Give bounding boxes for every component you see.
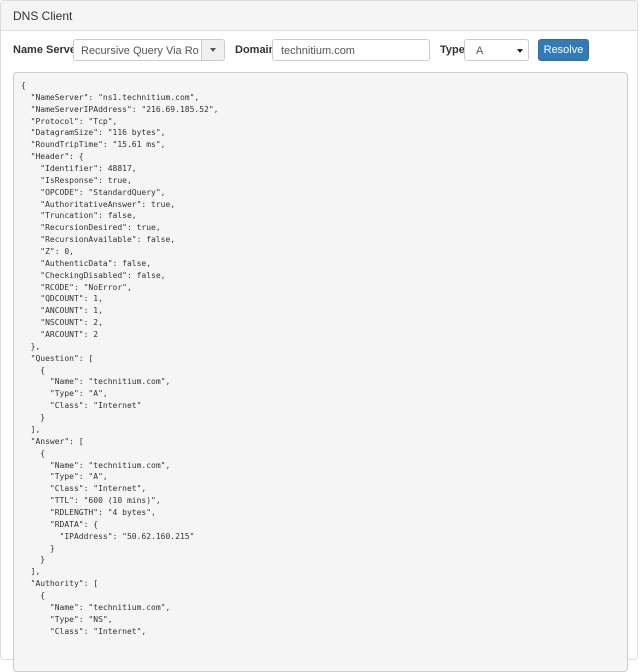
output-line: { [21, 365, 46, 375]
output-line: "CheckingDisabled": false, [21, 270, 166, 280]
query-toolbar: Name Server Recursive Query Via Root Ser… [1, 31, 639, 71]
output-line: "IPAddress": "50.62.160.215" [21, 531, 195, 541]
output-line: "Type": "NS", [21, 614, 113, 624]
name-server-select[interactable]: Recursive Query Via Root Servers [73, 39, 225, 61]
output-line: "QDCOUNT": 1, [21, 294, 103, 304]
output-line: "IsResponse": true, [21, 175, 132, 185]
type-select[interactable]: A [464, 39, 529, 61]
name-server-dropdown-button[interactable] [201, 40, 224, 60]
response-output[interactable]: { "NameServer": "ns1.technitium.com", "N… [13, 72, 628, 672]
output-line: { [21, 81, 26, 90]
type-select-value: A [476, 45, 484, 57]
output-line: "ANCOUNT": 1, [21, 306, 103, 316]
output-line: "TTL": "600 (10 mins)", [21, 496, 161, 506]
panel-title: DNS Client [1, 1, 637, 31]
domain-label: Domain [235, 44, 276, 56]
output-line: "Identifier": 48817, [21, 164, 137, 174]
output-line: "Type": "A", [21, 472, 108, 482]
response-json: { "NameServer": "ns1.technitium.com", "N… [14, 73, 627, 637]
output-line: "RDLENGTH": "4 bytes", [21, 507, 156, 517]
output-line: "RDATA": { [21, 519, 99, 529]
output-line: "Name": "technitium.com", [21, 377, 171, 387]
output-line: "Answer": [ [21, 436, 84, 446]
name-server-label: Name Server [13, 44, 81, 56]
output-line: "RecursionAvailable": false, [21, 235, 176, 245]
output-line: "Header": { [21, 152, 84, 162]
output-line: "Z": 0, [21, 247, 74, 257]
resolve-button[interactable]: Resolve [538, 39, 589, 61]
output-line: "NameServerIPAddress": "216.69.185.52", [21, 104, 219, 114]
output-line: "Protocol": "Tcp", [21, 116, 118, 126]
name-server-value: Recursive Query Via Root Servers [81, 45, 199, 57]
output-line: "RoundTripTime": "15.61 ms", [21, 140, 166, 150]
dns-client-panel: DNS Client Name Server Recursive Query V… [0, 0, 639, 672]
output-line: "Name": "technitium.com", [21, 460, 171, 470]
output-line: { [21, 590, 46, 600]
output-line: } [21, 543, 55, 553]
domain-input[interactable]: technitium.com [272, 39, 430, 61]
chevron-down-icon [210, 48, 216, 52]
output-line: "RecursionDesired": true, [21, 223, 161, 233]
output-line: "Class": "Internet", [21, 484, 147, 494]
output-line: "ARCOUNT": 2 [21, 330, 99, 340]
output-line: "AuthoritativeAnswer": true, [21, 199, 176, 209]
output-line: "NameServer": "ns1.technitium.com", [21, 92, 200, 102]
output-line: ], [21, 424, 41, 434]
output-line: "Truncation": false, [21, 211, 137, 221]
output-line: "AuthenticData": false, [21, 258, 152, 268]
output-line: "Name": "technitium.com", [21, 602, 171, 612]
output-line: { [21, 448, 46, 458]
output-line: "DatagramSize": "116 bytes", [21, 128, 166, 138]
output-line: }, [21, 341, 41, 351]
output-line: ], [21, 567, 41, 577]
type-label: Type [440, 44, 465, 56]
output-line: "Authority": [ [21, 579, 99, 589]
output-line: } [21, 413, 46, 423]
chevron-down-icon [517, 49, 523, 53]
output-line: "OPCODE": "StandardQuery", [21, 187, 166, 197]
domain-input-value: technitium.com [281, 45, 355, 57]
output-line: "NSCOUNT": 2, [21, 318, 103, 328]
output-line: } [21, 555, 46, 565]
output-line: "Question": [ [21, 353, 94, 363]
output-line: "Class": "Internet", [21, 626, 147, 636]
output-line: "Type": "A", [21, 389, 108, 399]
output-line: "RCODE": "NoError", [21, 282, 132, 292]
output-line: "Class": "Internet" [21, 401, 142, 411]
